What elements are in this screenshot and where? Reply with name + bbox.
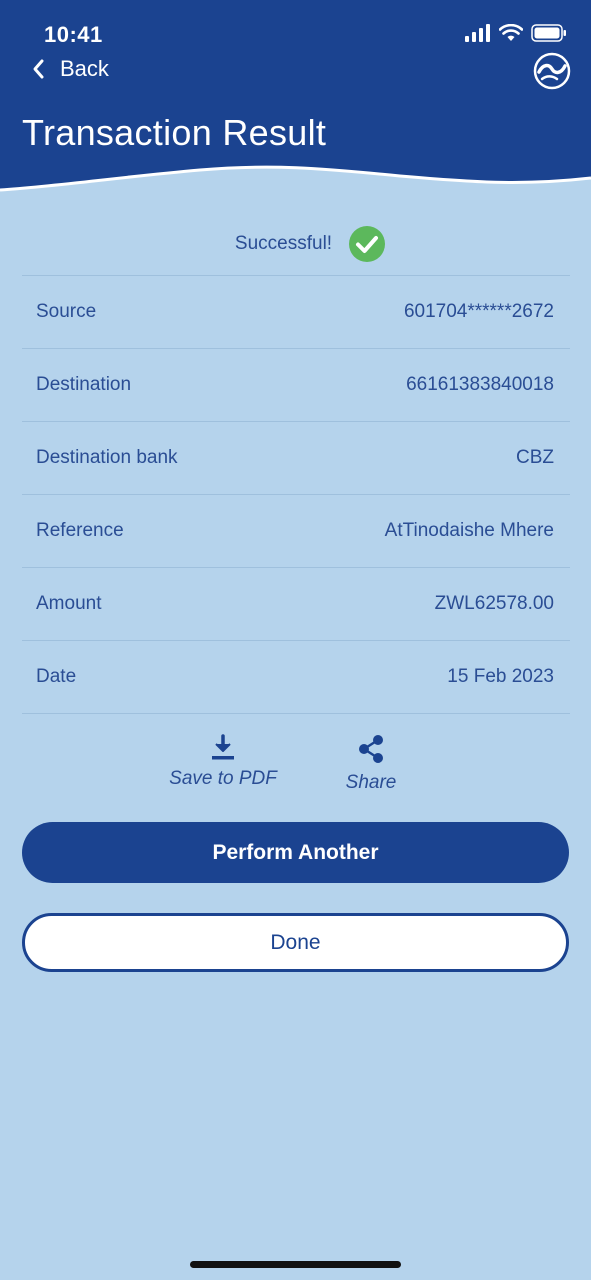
status-bar: 10:41 xyxy=(0,18,591,54)
done-button[interactable]: Done xyxy=(22,913,569,972)
perform-another-button[interactable]: Perform Another xyxy=(22,822,569,883)
share-button[interactable]: Share xyxy=(343,734,399,794)
detail-label: Amount xyxy=(36,593,102,614)
status-text: Successful! xyxy=(234,233,333,254)
detail-row-source: Source 601704******2672 xyxy=(22,275,570,348)
home-indicator xyxy=(190,1261,401,1268)
detail-label: Destination xyxy=(36,374,132,395)
share-icon xyxy=(359,735,383,763)
transaction-details: Source 601704******2672 Destination 6616… xyxy=(22,275,570,714)
cellular-signal-icon xyxy=(465,24,490,42)
check-circle-icon xyxy=(349,226,386,262)
status-time: 10:41 xyxy=(44,22,103,47)
detail-value: CBZ xyxy=(516,447,554,468)
detail-label: Source xyxy=(36,301,97,322)
detail-label: Reference xyxy=(36,520,124,541)
detail-value: AtTinodaishe Mhere xyxy=(384,520,554,541)
battery-icon xyxy=(531,24,566,42)
detail-row-destination-bank: Destination bank CBZ xyxy=(22,421,570,494)
save-pdf-label: Save to PDF xyxy=(169,768,277,789)
share-label: Share xyxy=(345,772,397,793)
wifi-icon xyxy=(499,24,523,41)
back-label: Back xyxy=(60,56,109,81)
detail-label: Destination bank xyxy=(36,447,178,468)
detail-row-date: Date 15 Feb 2023 xyxy=(22,640,570,714)
download-icon xyxy=(212,734,234,760)
status-row: Successful! xyxy=(0,224,591,264)
detail-value: ZWL62578.00 xyxy=(434,593,554,614)
page-title: Transaction Result xyxy=(22,112,327,153)
detail-label: Date xyxy=(36,666,77,687)
detail-row-amount: Amount ZWL62578.00 xyxy=(22,567,570,640)
detail-row-reference: Reference AtTinodaishe Mhere xyxy=(22,494,570,567)
detail-row-destination: Destination 66161383840018 xyxy=(22,348,570,421)
bank-logo-icon xyxy=(533,52,571,90)
detail-value: 601704******2672 xyxy=(403,301,554,322)
action-bar: Save to PDF Share xyxy=(0,734,591,798)
save-pdf-button[interactable]: Save to PDF xyxy=(168,734,278,790)
header: 10:41 Back Transaction Result xyxy=(0,0,591,200)
chevron-left-icon xyxy=(33,59,44,79)
detail-value: 15 Feb 2023 xyxy=(447,666,554,687)
detail-value: 66161383840018 xyxy=(406,374,554,395)
back-button[interactable]: Back xyxy=(30,56,109,82)
